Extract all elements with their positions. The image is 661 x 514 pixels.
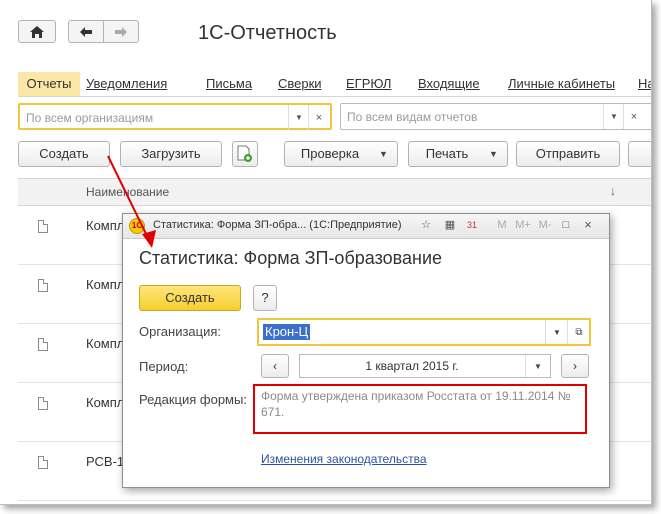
annotation-arrow-icon (107, 155, 156, 248)
main-window: 1С-Отчетность Отчеты Уведомления Письма … (0, 0, 652, 505)
